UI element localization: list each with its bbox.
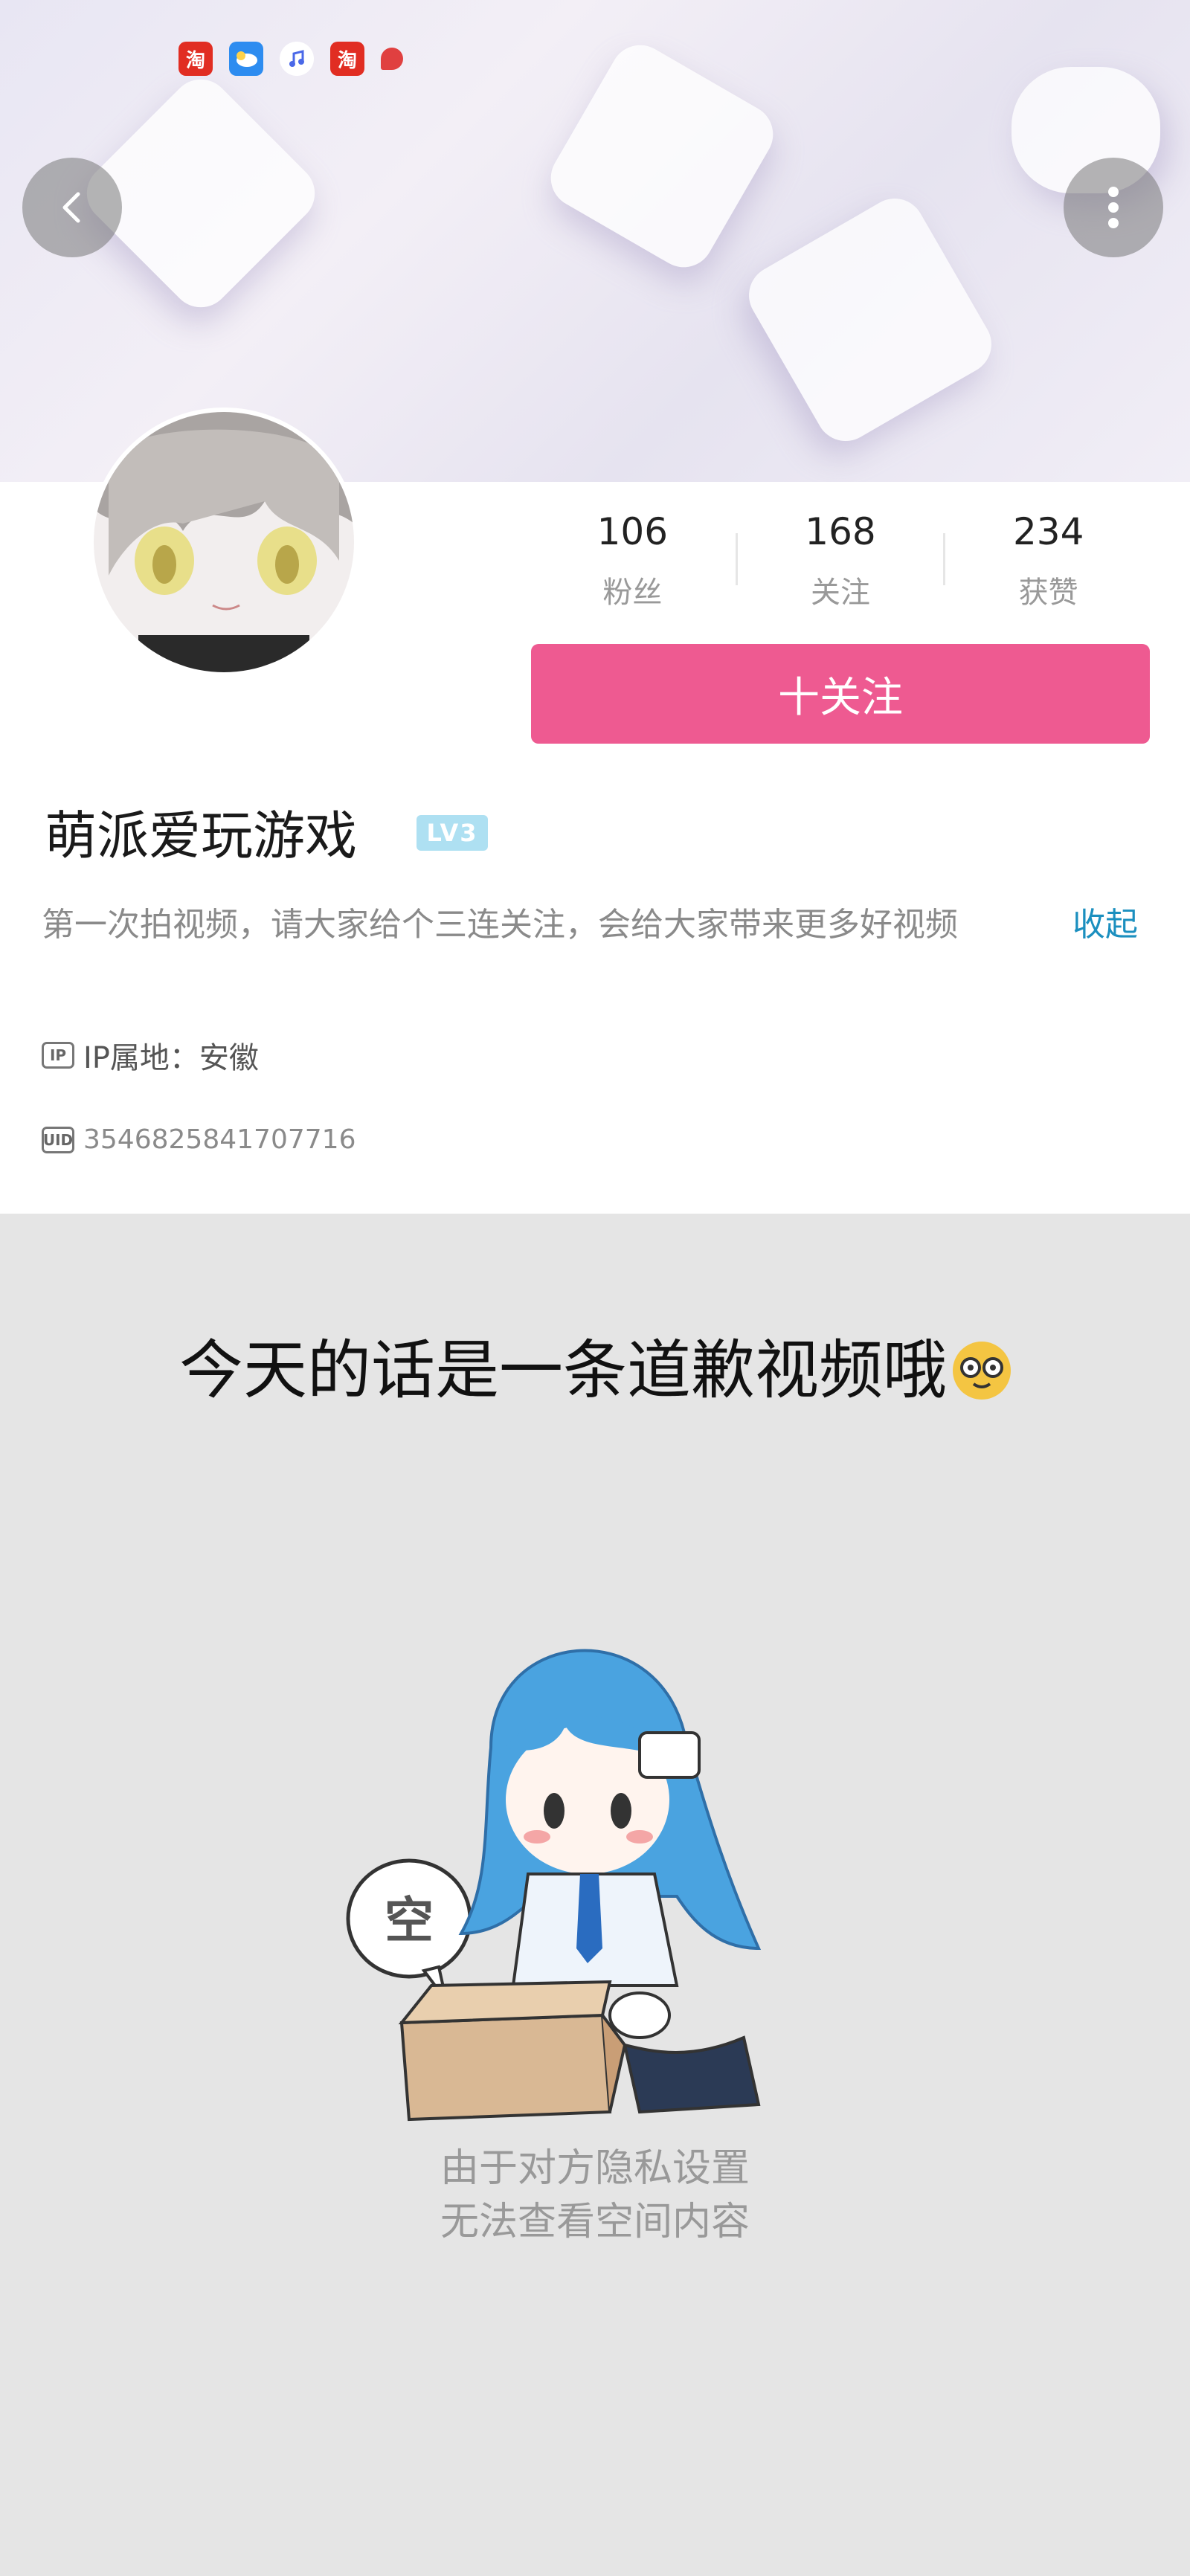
stat-likes[interactable]: 234 获赞 [945, 507, 1151, 619]
level-badge: LV3 [416, 815, 488, 851]
stat-followers[interactable]: 106 粉丝 [530, 507, 736, 619]
profile-banner: 淘 淘 [0, 0, 1190, 482]
taobao-icon: 淘 [330, 42, 364, 76]
stat-label: 粉丝 [602, 576, 663, 610]
more-button[interactable] [1064, 158, 1163, 257]
empty-space-mascot: 空 [346, 1649, 762, 2122]
stat-following[interactable]: 168 关注 [738, 507, 944, 619]
notification-icon [381, 48, 403, 70]
stat-value: 106 [596, 510, 669, 553]
profile-stats: 106 粉丝 168 关注 234 获赞 [530, 507, 1151, 619]
banner-decoration [738, 187, 1003, 452]
username: 萌派爱玩游戏 [45, 805, 357, 866]
ip-label: IP属地：安徽 [83, 1041, 259, 1075]
privacy-notice-line: 无法查看空间内容 [440, 2200, 750, 2244]
uid-value: 3546825841707716 [83, 1124, 356, 1155]
uid-icon: UID [42, 1126, 74, 1153]
banner-decoration [540, 34, 784, 278]
avatar[interactable] [89, 408, 358, 677]
privacy-notice-line: 由于对方隐私设置 [440, 2146, 750, 2191]
uid-row[interactable]: UID 3546825841707716 [42, 1124, 356, 1155]
video-caption: 今天的话是一条道歉视频哦 [0, 1318, 1190, 1411]
stat-label: 关注 [811, 576, 870, 610]
stat-value: 168 [805, 510, 876, 553]
music-icon [280, 42, 314, 76]
privacy-notice: 由于对方隐私设置 无法查看空间内容 [0, 2142, 1190, 2249]
follow-button[interactable]: 十关注 [531, 644, 1150, 744]
back-button[interactable] [22, 158, 122, 257]
ip-icon: IP [42, 1042, 74, 1069]
more-vertical-icon [1108, 187, 1119, 228]
collapse-link[interactable]: 收起 [1072, 901, 1138, 949]
weather-icon [229, 42, 263, 76]
taobao-icon: 淘 [178, 42, 213, 76]
chevron-left-icon [62, 192, 80, 223]
nerd-face-icon [953, 1341, 1011, 1400]
status-bar: 淘 淘 [178, 42, 403, 76]
bubble-text: 空 [385, 1892, 434, 1949]
stat-label: 获赞 [1018, 576, 1078, 610]
ip-location: IP IP属地：安徽 [42, 1034, 259, 1077]
bio-text: 第一次拍视频，请大家给个三连关注，会给大家带来更多好视频 [42, 906, 958, 944]
stat-value: 234 [1012, 510, 1084, 553]
caption-text: 今天的话是一条道歉视频哦 [179, 1333, 947, 1408]
